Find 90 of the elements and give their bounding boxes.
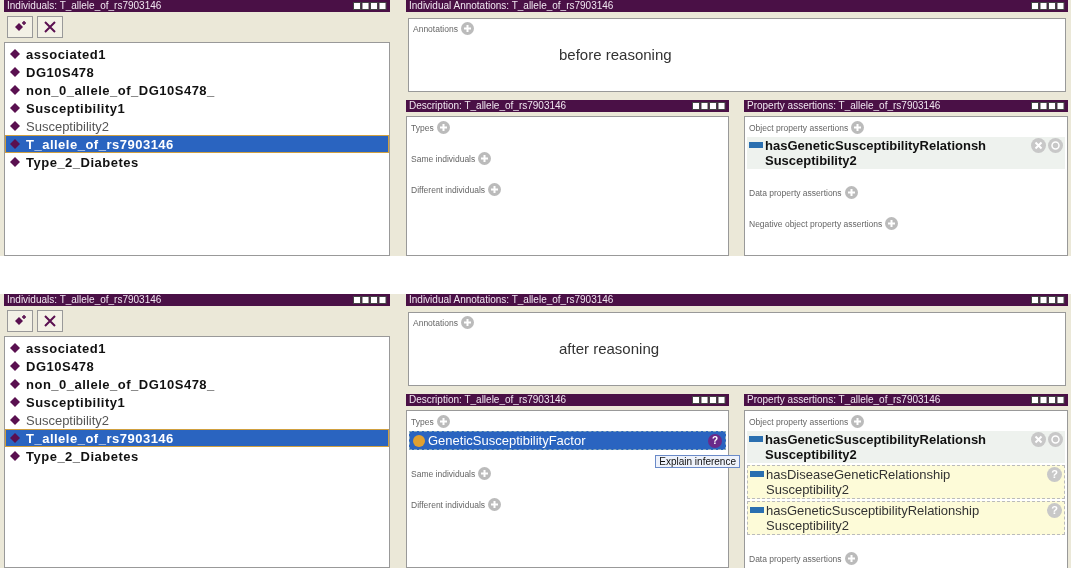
edit-icon[interactable] [1048,138,1063,153]
section-label: Annotations [413,23,458,34]
window-controls-icon[interactable] [1031,396,1065,404]
tooltip: Explain inference [655,455,740,468]
class-dot-icon [413,434,425,447]
window-controls-icon[interactable] [692,396,726,404]
window-controls-icon[interactable] [1031,2,1065,10]
delete-individual-button[interactable] [37,310,63,332]
individual-item[interactable]: associated1 [5,339,389,357]
section-label: Object property assertions [749,416,849,427]
section-label: Annotations [413,317,458,328]
property-icon [750,507,764,513]
add-icon[interactable] [844,552,858,565]
panel-title: Description: T_allele_of_rs7903146 [409,394,567,406]
section-label: Same individuals [411,468,476,479]
section-label: Different individuals [411,184,486,195]
explain-button[interactable]: ? [708,433,722,448]
caption-text: after reasoning [558,340,661,357]
property-icon [749,436,763,442]
individual-item[interactable]: T_allele_of_rs7903146 [5,135,389,153]
diamond-plus-icon [13,314,27,328]
window-controls-icon[interactable] [1031,296,1065,304]
individual-item[interactable]: Type_2_Diabetes [5,447,389,465]
individual-item[interactable]: Type_2_Diabetes [5,153,389,171]
section-label: Data property assertions [749,553,842,564]
individual-item[interactable]: associated1 [5,45,389,63]
panel-title: Individual Annotations: T_allele_of_rs7903146 [409,0,614,12]
cross-icon [43,20,57,34]
section-label: Same individuals [411,153,476,164]
window-controls-icon[interactable] [353,296,387,304]
assertion-item[interactable]: hasGeneticSusceptibilityRelationsh Susceptibility2 [747,137,1065,169]
section-label: Object property assertions [749,122,849,133]
property-name: hasGeneticSusceptibilityRelationsh [765,432,988,447]
add-icon[interactable] [436,121,450,134]
panel-title: Property assertions: T_allele_of_rs7903146 [747,100,941,112]
add-icon[interactable] [488,498,502,511]
type-item[interactable]: GeneticSusceptibilityFactor ? [409,431,726,450]
property-value: Susceptibility2 [765,447,858,462]
assertion-item[interactable]: hasGeneticSusceptibilityRelationsh Susceptibility2 [747,431,1065,463]
property-name: hasGeneticSusceptibilityRelationsh [765,138,988,153]
panel-title: Property assertions: T_allele_of_rs7903146 [747,394,941,406]
section-label: Different individuals [411,499,486,510]
window-controls-icon[interactable] [692,102,726,110]
add-icon[interactable] [478,152,492,165]
individual-item[interactable]: non_0_allele_of_DG10S478_ [5,81,389,99]
assertion-item[interactable]: hasDiseaseGeneticRelationship Susceptibility2 ? [747,465,1065,499]
individual-item[interactable]: DG10S478 [5,357,389,375]
property-value: Susceptibility2 [766,518,851,533]
diamond-plus-icon [13,20,27,34]
section-label: Types [411,416,434,427]
property-name: hasDiseaseGeneticRelationship [766,467,952,482]
edit-icon[interactable] [1048,432,1063,447]
property-icon [750,471,764,477]
individual-item[interactable]: Susceptibility2 [5,117,389,135]
individual-item[interactable]: DG10S478 [5,63,389,81]
add-individual-button[interactable] [7,310,33,332]
add-icon[interactable] [844,186,858,199]
add-icon[interactable] [851,415,865,428]
window-controls-icon[interactable] [1031,102,1065,110]
individual-item[interactable]: Susceptibility1 [5,393,389,411]
add-icon[interactable] [436,415,450,428]
panel-title: Description: T_allele_of_rs7903146 [409,100,567,112]
individual-item[interactable]: T_allele_of_rs7903146 [5,429,389,447]
add-icon[interactable] [460,22,474,35]
individual-item[interactable]: Susceptibility1 [5,99,389,117]
property-value: Susceptibility2 [765,153,858,168]
cross-icon [43,314,57,328]
add-icon[interactable] [488,183,502,196]
add-icon[interactable] [460,316,474,329]
panel-title: Individuals: T_allele_of_rs7903146 [7,294,162,306]
panel-title: Individuals: T_allele_of_rs7903146 [7,0,162,12]
individual-item[interactable]: Susceptibility2 [5,411,389,429]
property-name: hasGeneticSusceptibilityRelationship [766,503,981,518]
panel-title: Individual Annotations: T_allele_of_rs7903146 [409,294,614,306]
section-label: Negative object property assertions [749,218,883,229]
delete-icon[interactable] [1031,138,1046,153]
section-label: Types [411,122,434,133]
add-individual-button[interactable] [7,16,33,38]
add-icon[interactable] [851,121,865,134]
caption-text: before reasoning [558,46,673,63]
assertion-item[interactable]: hasGeneticSusceptibilityRelationship Susceptibility2 ? [747,501,1065,535]
window-controls-icon[interactable] [353,2,387,10]
delete-icon[interactable] [1031,432,1046,447]
delete-individual-button[interactable] [37,16,63,38]
property-icon [749,142,763,148]
property-value: Susceptibility2 [766,482,851,497]
individual-item[interactable]: non_0_allele_of_DG10S478_ [5,375,389,393]
section-label: Data property assertions [749,187,842,198]
add-icon[interactable] [885,217,899,230]
add-icon[interactable] [478,467,492,480]
